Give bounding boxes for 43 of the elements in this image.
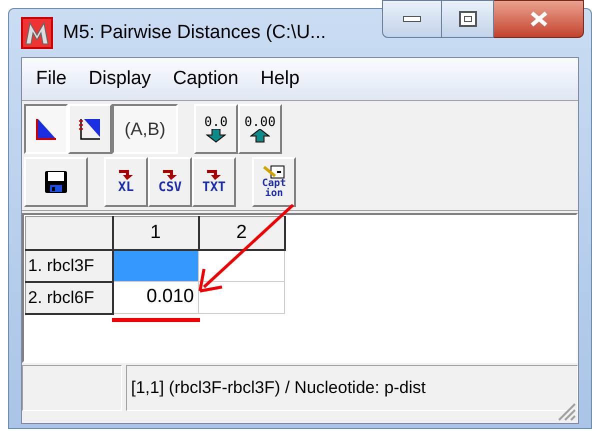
close-icon	[528, 11, 548, 27]
bent-arrow-icon	[161, 169, 179, 181]
icon-caption: 0.00	[244, 116, 276, 128]
menu-item[interactable]: Help	[250, 64, 310, 94]
up-button[interactable]: 0.00	[238, 104, 282, 154]
close-button[interactable]	[494, 0, 584, 38]
bent-arrow-icon	[205, 169, 223, 181]
icon-caption: XL	[118, 181, 134, 195]
upper-button[interactable]	[68, 104, 112, 154]
pair-button[interactable]: (A,B)	[112, 104, 178, 154]
menu-item[interactable]: Display	[78, 64, 161, 94]
row-header[interactable]: 1. rbcl3F	[26, 250, 112, 282]
window-title: M5: Pairwise Distances (C:\U...	[63, 20, 326, 45]
icon-caption: TXT	[202, 181, 226, 195]
down-arrow-icon	[206, 128, 226, 142]
lower-triangle-icon	[34, 117, 58, 141]
minimize-button[interactable]	[382, 0, 442, 38]
up-arrow-icon	[250, 128, 270, 142]
down-button[interactable]: 0.0	[194, 104, 238, 154]
upper-triangle-icon	[78, 117, 102, 141]
export-button[interactable]: TXT	[192, 157, 236, 207]
column-header[interactable]: 2	[198, 216, 284, 250]
caption-button[interactable]: Capt ion	[252, 157, 296, 207]
row-header[interactable]: 2. rbcl6F	[26, 282, 112, 314]
lower-button[interactable]	[24, 104, 68, 154]
bent-arrow-icon	[117, 169, 135, 181]
app-logo-icon	[21, 17, 53, 49]
menu-item[interactable]: File	[26, 64, 77, 94]
save-button[interactable]	[24, 157, 88, 207]
table-cell[interactable]	[112, 250, 198, 282]
note-pencil-icon	[263, 165, 285, 179]
column-header[interactable]: 1	[112, 216, 198, 250]
icon-caption: Capt	[262, 179, 286, 189]
export-button[interactable]: CSV	[148, 157, 192, 207]
icon-caption: ion	[264, 189, 284, 199]
icon-caption: CSV	[158, 181, 182, 195]
icon-caption: 0.0	[204, 116, 228, 128]
menu-item[interactable]: Caption	[162, 64, 248, 94]
table-cell[interactable]: 0.010	[112, 282, 198, 314]
status-text: [1,1] (rbcl3F-rbcl3F) / Nucleotide: p-dist	[131, 377, 426, 400]
export-button[interactable]: XL	[104, 157, 148, 207]
table-cell[interactable]	[198, 282, 284, 314]
maximize-button[interactable]	[442, 0, 494, 38]
